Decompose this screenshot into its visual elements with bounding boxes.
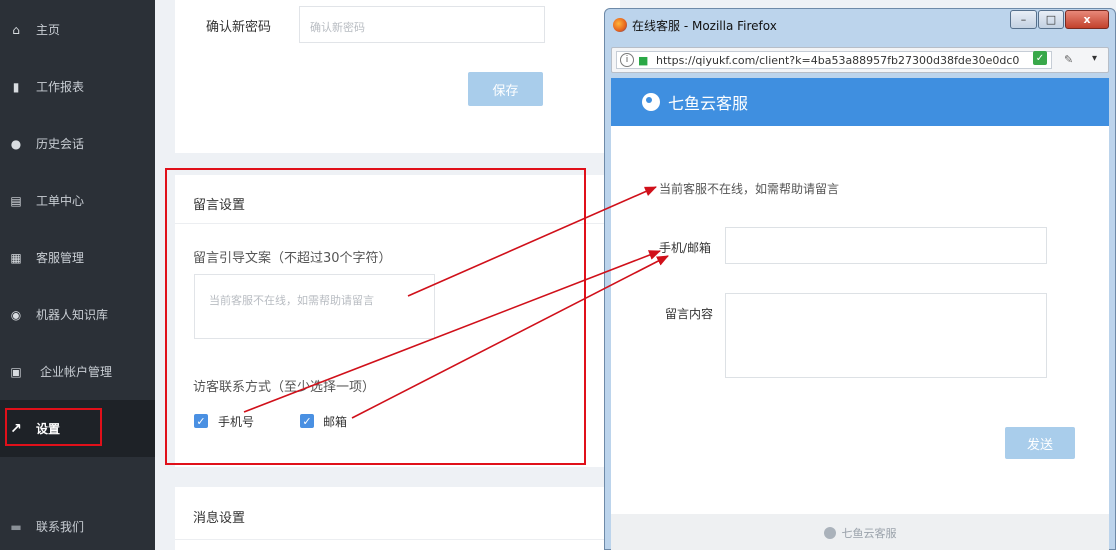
sidebar-item-agents[interactable]: ▦ 客服管理 (0, 229, 155, 286)
agents-icon: ▦ (10, 250, 22, 265)
sidebar-item-label: 主页 (36, 23, 61, 37)
address-bar[interactable]: i ■ https://qiyukf.com/client?k=4ba53a88… (616, 51, 1052, 69)
brand-name: 七鱼云客服 (668, 94, 749, 113)
sidebar-item-history[interactable]: ● 历史会话 (0, 115, 155, 172)
password-card: 确认新密码 确认新密码 保存 (175, 0, 620, 153)
offline-message: 当前客服不在线，如需帮助请留言 (659, 182, 840, 196)
firefox-logo-icon (613, 18, 627, 32)
sidebar-item-label: 客服管理 (36, 251, 85, 265)
annotation-highlight-leave-settings (165, 168, 586, 465)
window-title: 在线客服 - Mozilla Firefox (632, 19, 777, 33)
divider (175, 539, 620, 540)
sidebar-item-robot-kb[interactable]: ◉ 机器人知识库 (0, 286, 155, 343)
sidebar-item-home[interactable]: ⌂ 主页 (0, 1, 155, 58)
sidebar-item-label: 企业帐户管理 (40, 365, 113, 379)
annotation-highlight-settings (5, 408, 102, 446)
minimize-button[interactable]: – (1010, 10, 1037, 29)
ticket-icon: ▤ (10, 193, 22, 208)
window-titlebar[interactable]: 在线客服 - Mozilla Firefox – □ x (605, 9, 1115, 41)
message-content-label: 留言内容 (665, 307, 714, 321)
contact-icon: ▬ (10, 519, 22, 534)
confirm-password-label: 确认新密码 (206, 20, 272, 35)
bar-chart-icon: ▮ (12, 79, 20, 94)
footer-brand: 七鱼云客服 (841, 526, 897, 540)
phone-email-input[interactable] (725, 227, 1047, 264)
sidebar-item-tickets[interactable]: ▤ 工单中心 (0, 172, 155, 229)
chevron-down-icon[interactable]: ▾ (1092, 53, 1097, 64)
home-icon: ⌂ (12, 22, 20, 37)
phone-email-label: 手机/邮箱 (659, 241, 712, 255)
robot-icon: ◉ (10, 307, 22, 322)
sidebar-item-work-report[interactable]: ▮ 工作报表 (0, 58, 155, 115)
close-button[interactable]: x (1065, 10, 1109, 29)
qiyu-logo-icon (823, 526, 836, 539)
account-icon: ▣ (10, 364, 22, 379)
chat-header: 七鱼云客服 (611, 78, 1109, 126)
chat-page: 七鱼云客服 当前客服不在线，如需帮助请留言 手机/邮箱 留言内容 发送 七鱼云客… (611, 78, 1109, 550)
clock-icon: ● (10, 136, 22, 151)
info-icon[interactable]: i (620, 53, 634, 67)
shield-extension-icon[interactable]: ✓ (1033, 51, 1047, 65)
sidebar-item-label: 联系我们 (36, 520, 85, 534)
sidebar-item-label: 工单中心 (36, 194, 85, 208)
chat-footer: 七鱼云客服 (611, 514, 1109, 550)
sidebar-item-label: 工作报表 (36, 80, 85, 94)
maximize-button[interactable]: □ (1038, 10, 1064, 29)
firefox-window: 在线客服 - Mozilla Firefox – □ x i ■ https:/… (604, 8, 1116, 550)
save-button[interactable]: 保存 (468, 72, 543, 106)
url-text: https://qiyukf.com/client?k=4ba53a88957f… (656, 53, 1020, 67)
sidebar-item-account[interactable]: ▣ 企业帐户管理 (0, 343, 155, 400)
confirm-password-input[interactable]: 确认新密码 (299, 6, 545, 43)
lock-icon: ■ (638, 54, 649, 67)
sidebar-item-contact[interactable]: ▬ 联系我们 (0, 498, 155, 550)
extension-icon[interactable]: ✎ (1064, 53, 1073, 66)
send-button[interactable]: 发送 (1005, 427, 1075, 459)
sidebar-item-label: 机器人知识库 (36, 308, 109, 322)
message-settings-card: 消息设置 (175, 487, 620, 550)
navigation-toolbar: i ■ https://qiyukf.com/client?k=4ba53a88… (611, 47, 1109, 73)
message-settings-title: 消息设置 (193, 511, 246, 526)
qiyu-logo-icon (642, 91, 664, 113)
message-content-textarea[interactable] (725, 293, 1047, 378)
sidebar-item-label: 历史会话 (36, 137, 85, 151)
sidebar: ⌂ 主页 ▮ 工作报表 ● 历史会话 ▤ 工单中心 ▦ 客服管理 ◉ 机器人知识… (0, 0, 155, 550)
